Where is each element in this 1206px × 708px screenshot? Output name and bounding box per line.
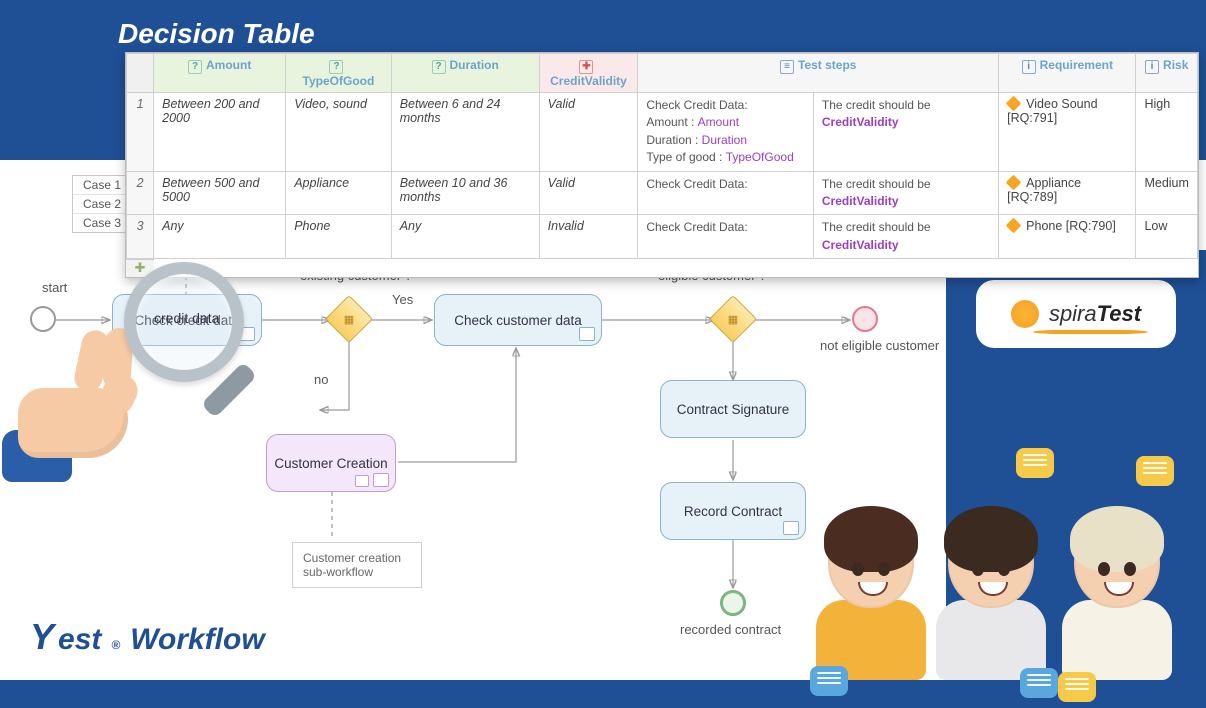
cell-expected[interactable]: The credit should be CreditValidity [813,93,998,172]
row-index: 3 [127,215,154,259]
cell-req[interactable]: Appliance [RQ:789] [999,171,1136,215]
cell-validity[interactable]: Valid [539,171,638,215]
row-index: 1 [127,93,154,172]
requirement-icon [1006,218,1022,234]
cell-duration[interactable]: Any [391,215,539,259]
requirement-icon [1006,96,1022,112]
cell-risk[interactable]: Low [1136,215,1198,259]
end-label: not eligible customer [820,338,939,353]
cell-expected[interactable]: The credit should be CreditValidity [813,171,998,215]
case-tabs: Case 1 Case 2 Case 3 [72,175,132,233]
cell-amount[interactable]: Between 200 and 2000 [154,93,286,172]
start-label: start [42,280,67,295]
cell-duration[interactable]: Between 10 and 36 months [391,171,539,215]
speech-bubble-icon [1136,456,1174,486]
task-label: Contract Signature [677,402,790,417]
speech-bubble-icon [1020,668,1058,698]
brand-spiratest: spiraTest [976,280,1176,348]
cell-steps[interactable]: Check Credit Data: [638,171,814,215]
end-event-recorded[interactable] [720,590,746,616]
subprocess-customer-creation[interactable]: Customer Creation [266,434,396,492]
end-label: recorded contract [680,622,781,637]
case-tab[interactable]: Case 3 [73,214,131,232]
cell-req[interactable]: Phone [RQ:790] [999,215,1136,259]
task-label: Check customer data [454,313,582,328]
cell-req[interactable]: Video Sound [RQ:791] [999,93,1136,172]
cell-steps[interactable]: Check Credit Data: Amount : Amount Durat… [638,93,814,172]
magnifier-illustration: credit data [124,262,274,412]
people-illustration [816,450,1196,680]
col-validity[interactable]: ✚CreditValidity [539,54,638,93]
table-row[interactable]: 3 Any Phone Any Invalid Check Credit Dat… [127,215,1198,259]
requirement-icon [1006,174,1022,190]
cell-amount[interactable]: Between 500 and 5000 [154,171,286,215]
col-duration[interactable]: ?Duration [391,54,539,93]
subprocess-icon [373,473,389,487]
task-record-contract[interactable]: Record Contract [660,482,806,540]
col-risk[interactable]: iRisk [1136,54,1198,93]
col-steps[interactable]: ≡Test steps [638,54,999,93]
cell-steps[interactable]: Check Credit Data: [638,215,814,259]
cell-validity[interactable]: Invalid [539,215,638,259]
row-index: 2 [127,171,154,215]
end-event-not-eligible[interactable] [852,306,878,332]
col-req[interactable]: iRequirement [999,54,1136,93]
edge-label-yes: Yes [392,292,413,307]
task-check-customer-data[interactable]: Check customer data [434,294,602,346]
table-row[interactable]: 2 Between 500 and 5000 Appliance Between… [127,171,1198,215]
subprocess-icon [579,327,595,341]
col-amount[interactable]: ?Amount [154,54,286,93]
magnifier-caption: credit data [154,310,219,326]
col-type[interactable]: ?TypeOfGood [286,54,391,93]
task-contract-signature[interactable]: Contract Signature [660,380,806,438]
gateway-existing-customer[interactable]: ▦ [325,295,373,343]
decision-table-title: Decision Table [118,18,315,50]
gateway-eligible-customer[interactable]: ▦ [709,295,757,343]
link-icon [1011,300,1039,328]
cell-duration[interactable]: Between 6 and 24 months [391,93,539,172]
edge-label-no: no [314,372,328,387]
speech-bubble-icon [1016,448,1054,478]
note-customer-creation: Customer creation sub-workflow [292,542,422,588]
cell-risk[interactable]: High [1136,93,1198,172]
task-label: Record Contract [684,504,782,519]
cell-validity[interactable]: Valid [539,93,638,172]
speech-bubble-icon [810,666,848,696]
table-row[interactable]: 1 Between 200 and 2000 Video, sound Betw… [127,93,1198,172]
task-label: Customer Creation [274,456,387,471]
subprocess-icon [783,521,799,535]
speech-bubble-icon [1058,672,1096,702]
case-tab[interactable]: Case 2 [73,195,131,214]
cell-expected[interactable]: The credit should be CreditValidity [813,215,998,259]
decision-table: ?Amount ?TypeOfGood ?Duration ✚CreditVal… [125,52,1199,278]
case-tab[interactable]: Case 1 [73,176,131,195]
cell-type[interactable]: Appliance [286,171,391,215]
cell-amount[interactable]: Any [154,215,286,259]
cell-type[interactable]: Video, sound [286,93,391,172]
multi-instance-icon [355,475,369,487]
col-index [127,54,154,93]
cell-risk[interactable]: Medium [1136,171,1198,215]
cell-type[interactable]: Phone [286,215,391,259]
